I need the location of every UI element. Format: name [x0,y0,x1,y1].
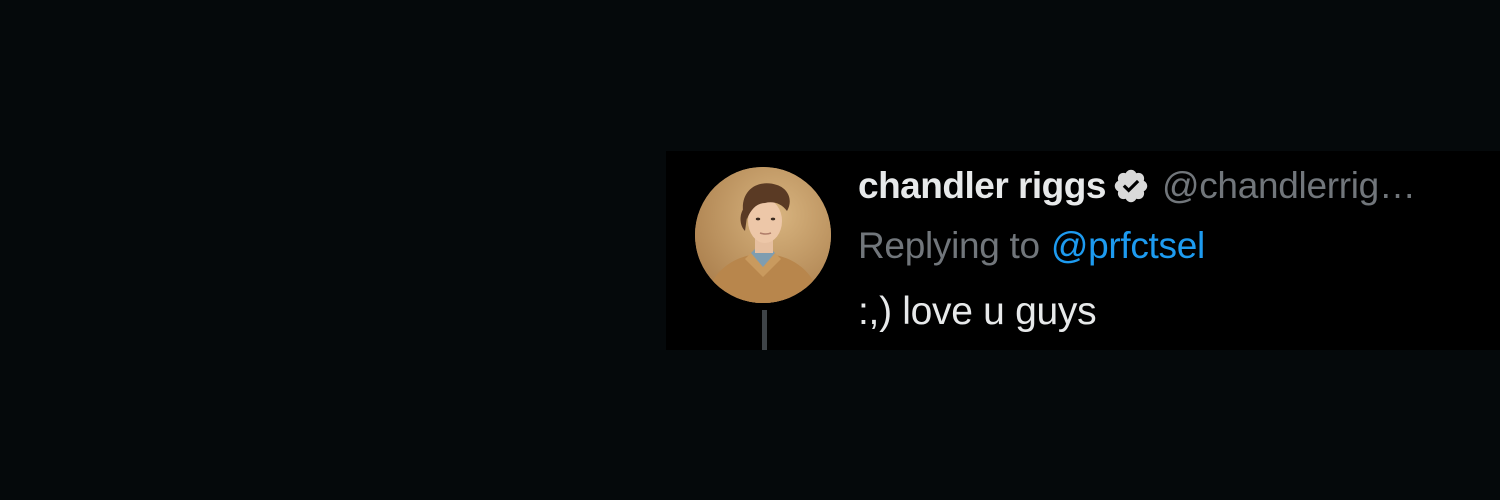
replying-to-mention-link[interactable]: @prfctsel [1051,225,1205,267]
tweet-screenshot: chandler riggs @chandlerrig… Replying to… [666,151,1500,350]
display-name[interactable]: chandler riggs [858,165,1106,207]
tweet-text: :,) love u guys [858,290,1097,333]
replying-to-line: Replying to @prfctsel [858,223,1205,269]
user-handle[interactable]: @chandlerrig… [1162,165,1416,207]
avatar-photo [695,167,831,303]
thread-connector-line [762,310,767,350]
tweet-header: chandler riggs @chandlerrig… [858,163,1416,209]
verified-badge-icon [1112,167,1150,205]
replying-to-label: Replying to [858,225,1040,266]
avatar[interactable] [695,167,831,303]
profile-banner: chandler riggs @chandlerrig… Replying to… [0,0,1500,500]
